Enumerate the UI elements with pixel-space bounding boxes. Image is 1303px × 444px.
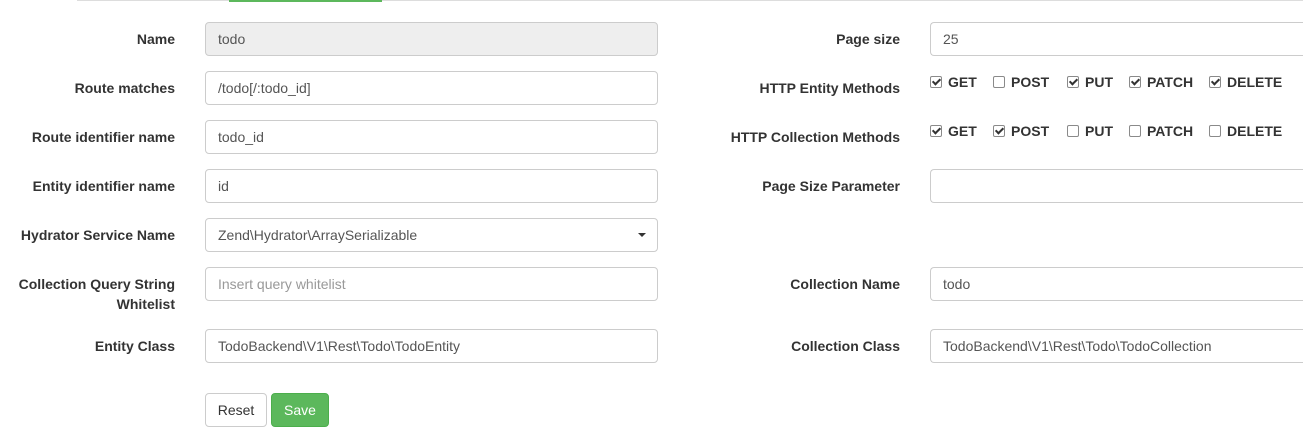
entity-method-delete[interactable]: DELETE [1209,72,1282,92]
collection-method-put[interactable]: PUT [1067,121,1113,141]
collection-class-field[interactable]: TodoBackend\V1\Rest\Todo\TodoCollection [930,329,1303,363]
collection-method-post[interactable]: POST [993,121,1049,141]
page-size-field[interactable]: 25 [930,22,1303,56]
collection-methods-label: HTTP Collection Methods [730,129,900,145]
page-size-param-label: Page Size Parameter [762,178,900,194]
checkbox-unchecked-icon [1209,125,1221,137]
checkbox-checked-icon [930,125,942,137]
reset-button[interactable]: Reset [205,393,267,427]
collection-method-patch[interactable]: PATCH [1129,121,1193,141]
checkbox-checked-icon [993,125,1005,137]
entity-method-patch[interactable]: PATCH [1129,72,1193,92]
active-tab-indicator [229,0,382,2]
hydrator-label: Hydrator Service Name [20,227,175,243]
checkbox-checked-icon [930,76,942,88]
entity-method-get[interactable]: GET [930,72,977,92]
collection-method-get[interactable]: GET [930,121,977,141]
hydrator-select[interactable]: Zend\Hydrator\ArraySerializable [205,218,658,252]
entity-method-post[interactable]: POST [993,72,1049,92]
checkbox-checked-icon [1129,76,1141,88]
collection-class-label: Collection Class [791,338,900,354]
query-whitelist-label-line2: Whitelist [116,296,175,312]
entity-methods-label: HTTP Entity Methods [759,80,900,96]
checkbox-unchecked-icon [993,76,1005,88]
page-size-label: Page size [836,31,900,47]
page-size-param-field[interactable] [930,169,1303,203]
chevron-down-icon [638,233,646,237]
collection-name-field[interactable]: todo [930,267,1303,301]
checkbox-unchecked-icon [1129,125,1141,137]
checkbox-checked-icon [1209,76,1221,88]
collection-method-delete[interactable]: DELETE [1209,121,1282,141]
save-button[interactable]: Save [271,393,329,427]
entity-method-put[interactable]: PUT [1067,72,1113,92]
collection-name-label: Collection Name [790,276,900,292]
checkbox-unchecked-icon [1067,125,1079,137]
checkbox-checked-icon [1067,76,1079,88]
hydrator-select-value: Zend\Hydrator\ArraySerializable [218,227,418,243]
